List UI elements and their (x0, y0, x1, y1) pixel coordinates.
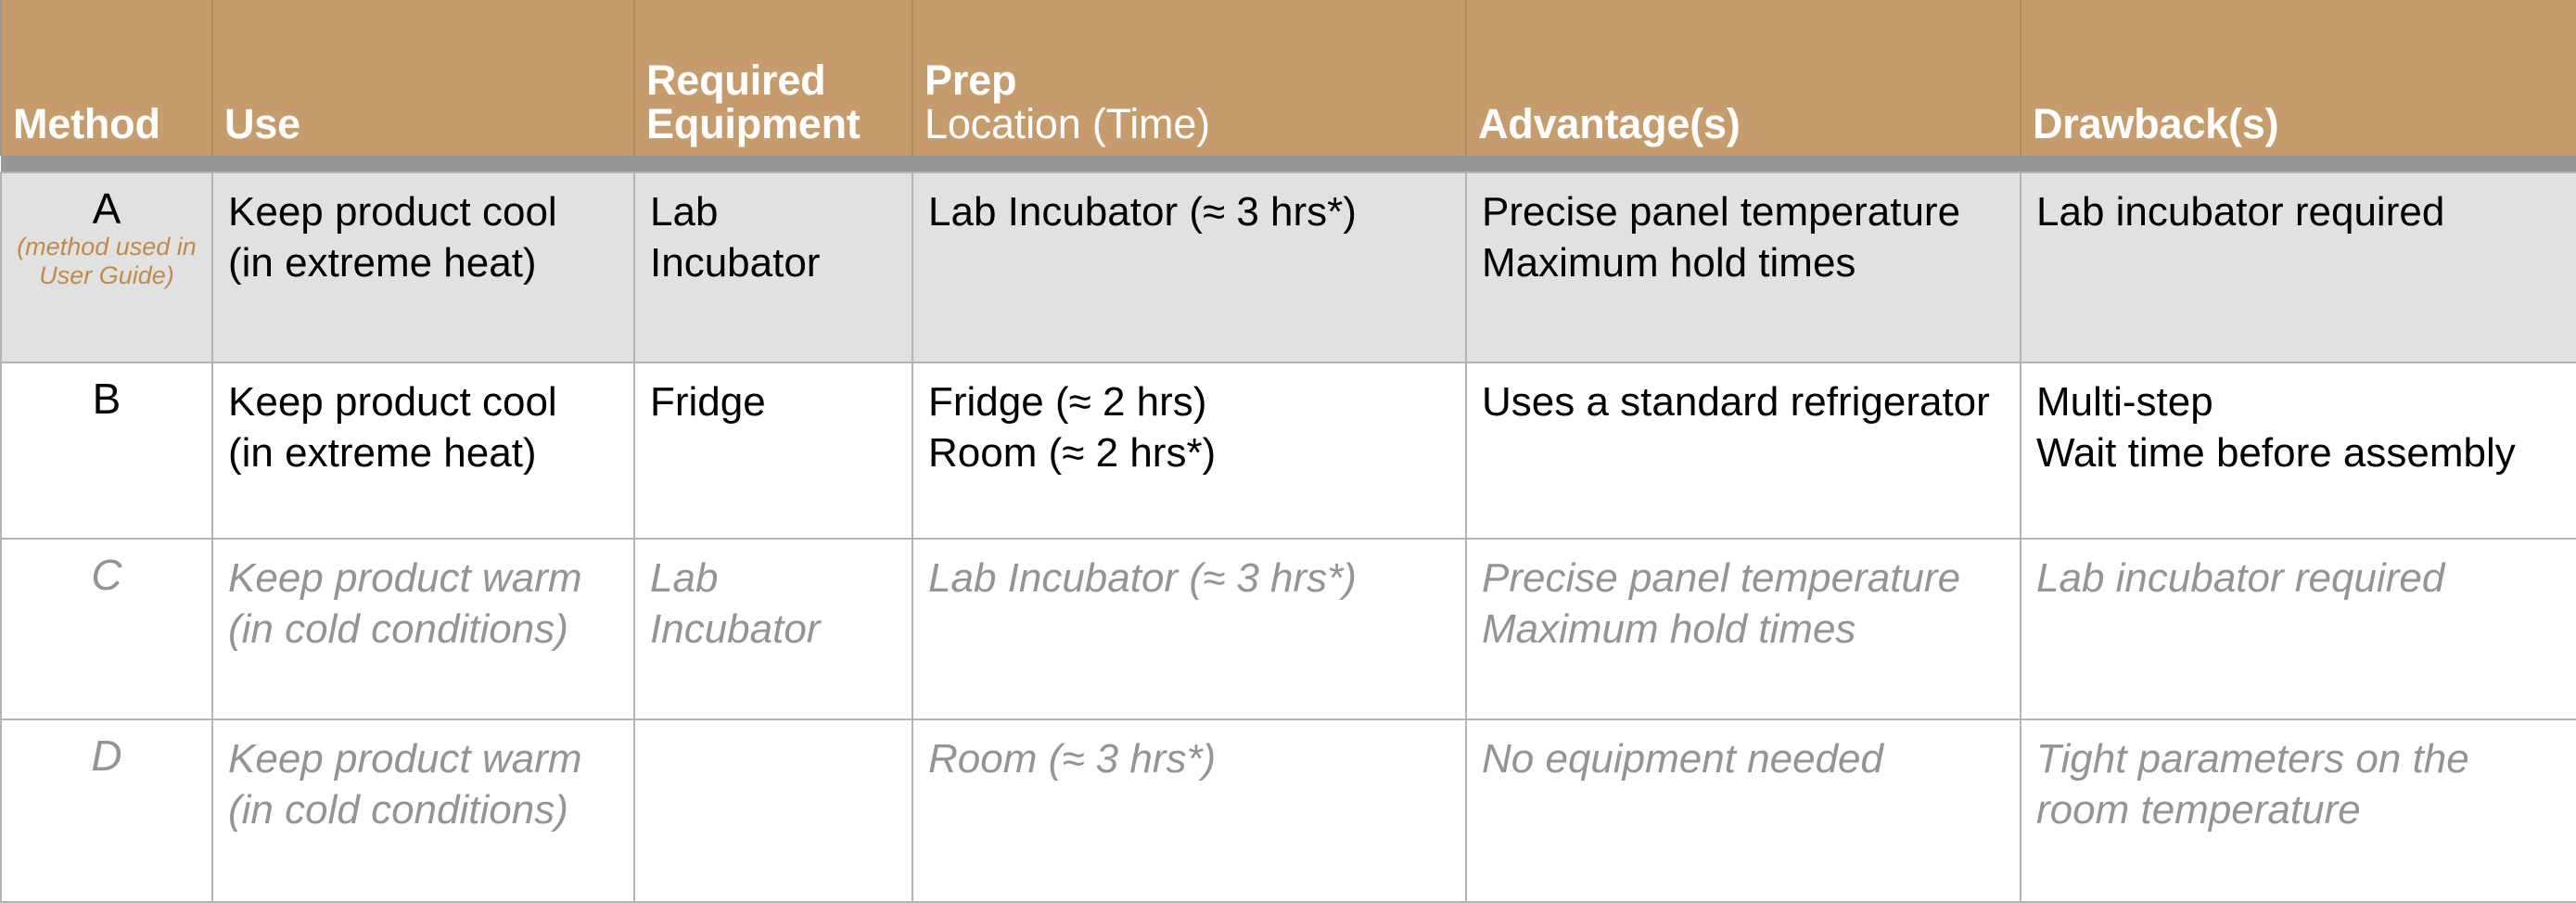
cell-prep-line1: Fridge (≈ 2 hrs) (928, 379, 1207, 425)
cell-advantage-line1: Uses a standard refrigerator (1482, 379, 1990, 425)
methods-table: Method Use Required Equipment Prep Locat… (0, 0, 2576, 903)
table-row: B Keep product cool (in extreme heat) Fr… (0, 362, 2576, 540)
cell-required-equipment: Lab Incubator (633, 538, 913, 720)
cell-advantages: Uses a standard refrigerator (1465, 362, 2021, 540)
column-header-use-label: Use (224, 100, 300, 148)
cell-equipment-line1: Lab (650, 555, 719, 601)
cell-use-line2: (in extreme heat) (228, 430, 537, 477)
cell-advantages: Precise panel temperature Maximum hold t… (1465, 538, 2021, 720)
cell-drawbacks: Tight parameters on the room temperature (2020, 719, 2576, 903)
cell-use-line1: Keep product cool (228, 379, 557, 425)
cell-drawbacks: Lab incubator required (2020, 538, 2576, 720)
cell-method: C (0, 538, 213, 720)
cell-advantage-line1: No equipment needed (1482, 736, 1883, 782)
cell-advantages: No equipment needed (1465, 719, 2021, 903)
cell-prep-location-time: Lab Incubator (≈ 3 hrs*) (912, 538, 1467, 720)
cell-equipment-line2: Incubator (650, 240, 821, 286)
cell-use: Keep product warm (in cold conditions) (211, 538, 635, 720)
cell-equipment-line1: Lab (650, 189, 719, 235)
cell-use-line2: (in cold conditions) (228, 787, 568, 833)
method-note-line1: (method used in (17, 233, 197, 261)
column-header-method: Method (0, 0, 213, 156)
cell-use-line1: Keep product warm (228, 736, 582, 782)
column-header-advantages-label: Advantage(s) (1478, 100, 1741, 148)
column-header-use: Use (211, 0, 635, 156)
cell-prep-location-time: Lab Incubator (≈ 3 hrs*) (912, 172, 1467, 363)
table-row: A (method used in User Guide) Keep produ… (0, 172, 2576, 363)
header-row: Method Use Required Equipment Prep Locat… (0, 0, 2576, 156)
cell-advantage-line1: Precise panel temperature (1482, 555, 1961, 601)
header-separator-rule (1, 156, 2576, 172)
column-header-drawbacks: Drawback(s) (2020, 0, 2576, 156)
column-header-method-label: Method (13, 100, 160, 148)
column-header-prep-line2: Location (Time) (925, 100, 1210, 148)
table-header: Method Use Required Equipment Prep Locat… (0, 0, 2576, 172)
cell-prep-location-time: Room (≈ 3 hrs*) (912, 719, 1467, 903)
column-header-equipment-line2: Equipment (646, 100, 861, 148)
cell-advantage-line1: Precise panel temperature (1482, 189, 1961, 235)
cell-method: D (0, 719, 213, 903)
column-header-required-equipment: Required Equipment (633, 0, 913, 156)
cell-use: Keep product cool (in extreme heat) (211, 172, 635, 363)
method-note-line2: User Guide) (39, 261, 174, 290)
cell-advantages: Precise panel temperature Maximum hold t… (1465, 172, 2021, 363)
cell-prep-line1: Lab Incubator (≈ 3 hrs*) (928, 555, 1357, 601)
cell-equipment-line2: Incubator (650, 606, 821, 653)
table-row: D Keep product warm (in cold conditions)… (0, 719, 2576, 903)
cell-prep-line2: Room (≈ 2 hrs*) (928, 430, 1217, 477)
cell-method: B (0, 362, 213, 540)
cell-use-line2: (in cold conditions) (228, 606, 568, 653)
cell-use: Keep product warm (in cold conditions) (211, 719, 635, 903)
cell-use-line1: Keep product cool (228, 189, 557, 235)
cell-method: A (method used in User Guide) (0, 172, 213, 363)
cell-required-equipment (633, 719, 913, 903)
cell-equipment-line1: Fridge (650, 379, 766, 425)
cell-use-line1: Keep product warm (228, 555, 582, 601)
table-body: A (method used in User Guide) Keep produ… (0, 172, 2576, 903)
method-letter: C (91, 551, 122, 599)
column-header-prep-line1: Prep (925, 56, 1017, 104)
cell-required-equipment: Fridge (633, 362, 913, 540)
table-row: C Keep product warm (in cold conditions)… (0, 538, 2576, 720)
header-separator-bar (1, 156, 2576, 172)
cell-use: Keep product cool (in extreme heat) (211, 362, 635, 540)
cell-drawbacks: Lab incubator required (2020, 172, 2576, 363)
cell-prep-line1: Room (≈ 3 hrs*) (928, 736, 1217, 782)
cell-advantage-line2: Maximum hold times (1482, 240, 1856, 286)
cell-drawback-line2: room temperature (2036, 787, 2361, 833)
column-header-drawbacks-label: Drawback(s) (2033, 100, 2279, 148)
cell-drawback-line1: Multi-step (2036, 379, 2213, 425)
column-header-advantages: Advantage(s) (1465, 0, 2021, 156)
cell-use-line2: (in extreme heat) (228, 240, 537, 286)
cell-drawback-line1: Lab incubator required (2036, 555, 2445, 601)
method-note: (method used in User Guide) (17, 233, 197, 290)
cell-prep-location-time: Fridge (≈ 2 hrs) Room (≈ 2 hrs*) (912, 362, 1467, 540)
cell-drawback-line1: Lab incubator required (2036, 189, 2445, 235)
column-header-prep-location-time: Prep Location (Time) (912, 0, 1467, 156)
cell-drawbacks: Multi-step Wait time before assembly (2020, 362, 2576, 540)
cell-required-equipment: Lab Incubator (633, 172, 913, 363)
cell-advantage-line2: Maximum hold times (1482, 606, 1856, 653)
method-comparison-table: Method Use Required Equipment Prep Locat… (0, 0, 2576, 903)
method-letter: A (92, 184, 121, 233)
column-header-equipment-line1: Required (646, 56, 826, 104)
cell-drawback-line1: Tight parameters on the (2036, 736, 2469, 782)
cell-prep-line1: Lab Incubator (≈ 3 hrs*) (928, 189, 1357, 235)
method-letter: B (92, 375, 121, 423)
cell-drawback-line2: Wait time before assembly (2036, 430, 2516, 477)
method-letter: D (91, 731, 122, 780)
